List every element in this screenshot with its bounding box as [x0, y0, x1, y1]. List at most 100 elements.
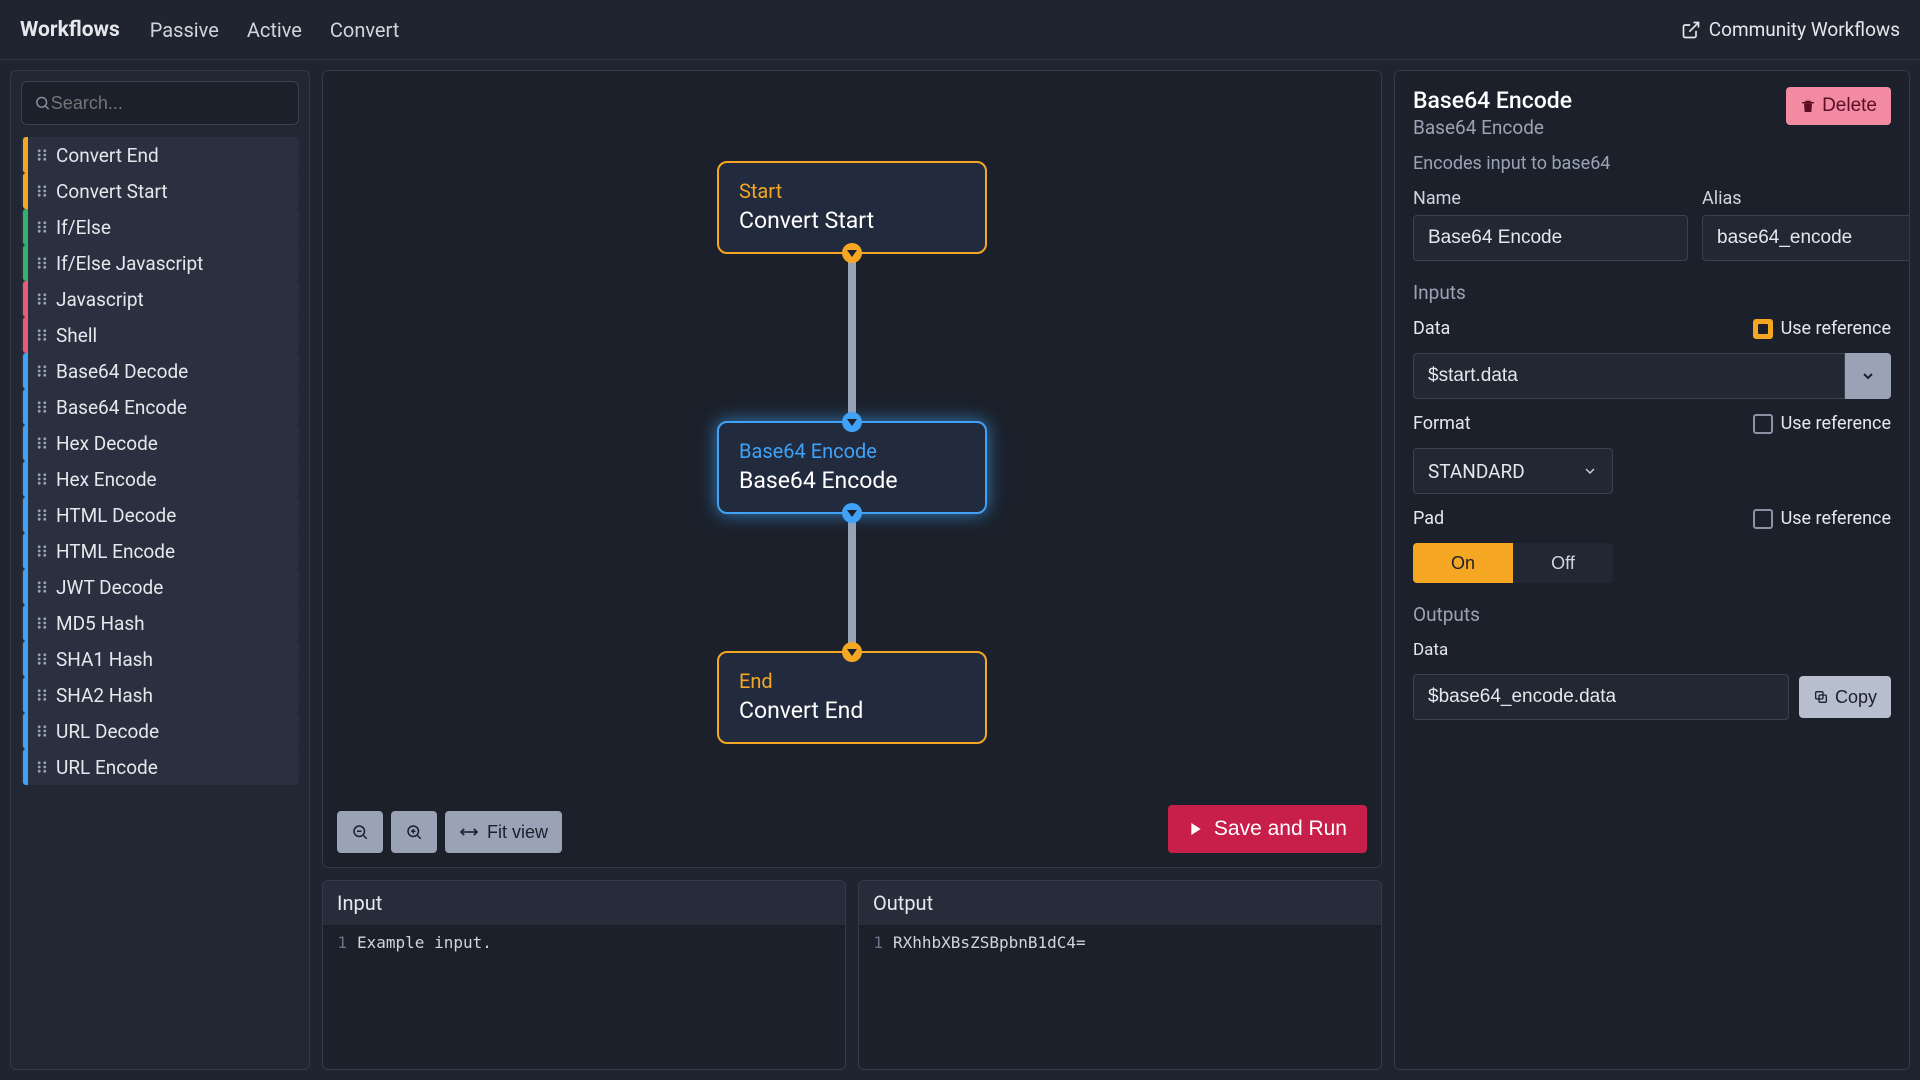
node-base64-encode[interactable]: Base64 Encode Base64 Encode [717, 421, 987, 514]
drag-handle-icon [28, 400, 56, 414]
checkbox-icon [1753, 414, 1773, 434]
node-start[interactable]: Start Convert Start [717, 161, 987, 254]
palette-item[interactable]: If/Else Javascript [21, 245, 299, 281]
input-body[interactable]: 1Example input. [323, 925, 845, 1069]
tab-passive[interactable]: Passive [150, 18, 219, 42]
palette-item-label: SHA1 Hash [56, 648, 153, 671]
palette-item[interactable]: Hex Decode [21, 425, 299, 461]
delete-label: Delete [1822, 95, 1877, 117]
play-icon [1188, 821, 1204, 837]
palette-item[interactable]: URL Decode [21, 713, 299, 749]
line-number: 1 [869, 933, 883, 952]
palette-item-label: If/Else [56, 216, 111, 239]
external-link-icon [1681, 20, 1701, 40]
top-nav: Workflows Passive Active Convert Communi… [0, 0, 1920, 60]
zoom-out-button[interactable] [337, 811, 383, 853]
port-out-icon[interactable] [842, 503, 862, 523]
save-and-run-label: Save and Run [1214, 817, 1347, 841]
palette-item[interactable]: Base64 Decode [21, 353, 299, 389]
port-out-icon[interactable] [842, 243, 862, 263]
port-in-icon[interactable] [842, 642, 862, 662]
tab-convert[interactable]: Convert [330, 18, 399, 42]
inspector-title: Base64 Encode [1413, 87, 1786, 114]
palette-item[interactable]: Javascript [21, 281, 299, 317]
output-body[interactable]: 1 RXhhbXBsZSBpbnB1dC4= [859, 925, 1381, 1069]
palette-item-label: If/Else Javascript [56, 252, 203, 275]
save-and-run-button[interactable]: Save and Run [1168, 805, 1367, 853]
use-ref-label: Use reference [1781, 413, 1891, 434]
palette-item[interactable]: HTML Decode [21, 497, 299, 533]
pad-on-button[interactable]: On [1413, 543, 1513, 583]
drag-handle-icon [28, 436, 56, 450]
format-label: Format [1413, 413, 1471, 434]
search-input[interactable] [51, 93, 286, 114]
checkbox-checked-icon [1753, 319, 1773, 339]
community-link[interactable]: Community Workflows [1681, 18, 1900, 41]
drag-handle-icon [28, 688, 56, 702]
use-ref-label: Use reference [1781, 318, 1891, 339]
data-ref-field[interactable] [1413, 353, 1845, 399]
drag-handle-icon [28, 148, 56, 162]
ref-dropdown-button[interactable] [1845, 353, 1891, 399]
palette-item-label: Base64 Decode [56, 360, 188, 383]
drag-handle-icon [28, 724, 56, 738]
pad-use-ref[interactable]: Use reference [1753, 508, 1891, 529]
drag-handle-icon [28, 256, 56, 270]
drag-handle-icon [28, 292, 56, 306]
palette-item[interactable]: If/Else [21, 209, 299, 245]
palette-item[interactable]: Hex Encode [21, 461, 299, 497]
palette-item[interactable]: Base64 Encode [21, 389, 299, 425]
port-in-icon[interactable] [842, 412, 862, 432]
drag-handle-icon [28, 616, 56, 630]
format-select[interactable]: STANDARD [1413, 448, 1613, 494]
drag-handle-icon [28, 364, 56, 378]
outputs-header: Outputs [1413, 603, 1891, 626]
palette-item[interactable]: URL Encode [21, 749, 299, 785]
output-pane: Output 1RXhhbXBsZSBpbnB1dC4= [858, 880, 1382, 1070]
palette-item[interactable]: MD5 Hash [21, 605, 299, 641]
palette-item-label: SHA2 Hash [56, 684, 153, 707]
alias-field[interactable] [1702, 215, 1910, 261]
palette-item[interactable]: JWT Decode [21, 569, 299, 605]
name-field[interactable] [1413, 215, 1688, 261]
copy-button[interactable]: Copy [1799, 676, 1891, 718]
palette-item[interactable]: HTML Encode [21, 533, 299, 569]
palette-item-label: HTML Decode [56, 504, 176, 527]
input-text: Example input. [357, 933, 492, 952]
format-use-ref[interactable]: Use reference [1753, 413, 1891, 434]
palette-item-label: Base64 Encode [56, 396, 187, 419]
node-title: Base64 Encode [739, 467, 965, 494]
tab-active[interactable]: Active [247, 18, 302, 42]
search-wrap [21, 81, 299, 125]
out-data-label: Data [1413, 640, 1891, 660]
pad-off-button[interactable]: Off [1513, 543, 1613, 583]
out-data-field[interactable] [1413, 674, 1789, 720]
chevron-down-icon [1582, 463, 1598, 479]
node-end[interactable]: End Convert End [717, 651, 987, 744]
drag-handle-icon [28, 472, 56, 486]
palette-item[interactable]: Convert Start [21, 173, 299, 209]
node-title: Convert End [739, 697, 965, 724]
data-use-ref[interactable]: Use reference [1753, 318, 1891, 339]
palette-item-label: HTML Encode [56, 540, 175, 563]
palette-item-label: Javascript [56, 288, 144, 311]
brand[interactable]: Workflows [20, 18, 120, 42]
palette-item[interactable]: Shell [21, 317, 299, 353]
palette-item-label: MD5 Hash [56, 612, 145, 635]
nav-tabs: Passive Active Convert [150, 18, 400, 42]
checkbox-icon [1753, 509, 1773, 529]
fit-view-button[interactable]: Fit view [445, 811, 562, 853]
alias-label: Alias [1702, 188, 1910, 209]
drag-handle-icon [28, 544, 56, 558]
palette-item[interactable]: SHA1 Hash [21, 641, 299, 677]
workflow-canvas[interactable]: Start Convert Start Base64 Encode Base64… [322, 70, 1382, 868]
zoom-in-icon [405, 823, 423, 841]
palette-item[interactable]: SHA2 Hash [21, 677, 299, 713]
palette-item[interactable]: Convert End [21, 137, 299, 173]
data-label: Data [1413, 318, 1450, 339]
zoom-in-button[interactable] [391, 811, 437, 853]
output-text: RXhhbXBsZSBpbnB1dC4= [893, 933, 1086, 952]
node-kind: Base64 Encode [739, 439, 965, 463]
delete-button[interactable]: Delete [1786, 87, 1891, 125]
inputs-header: Inputs [1413, 281, 1891, 304]
